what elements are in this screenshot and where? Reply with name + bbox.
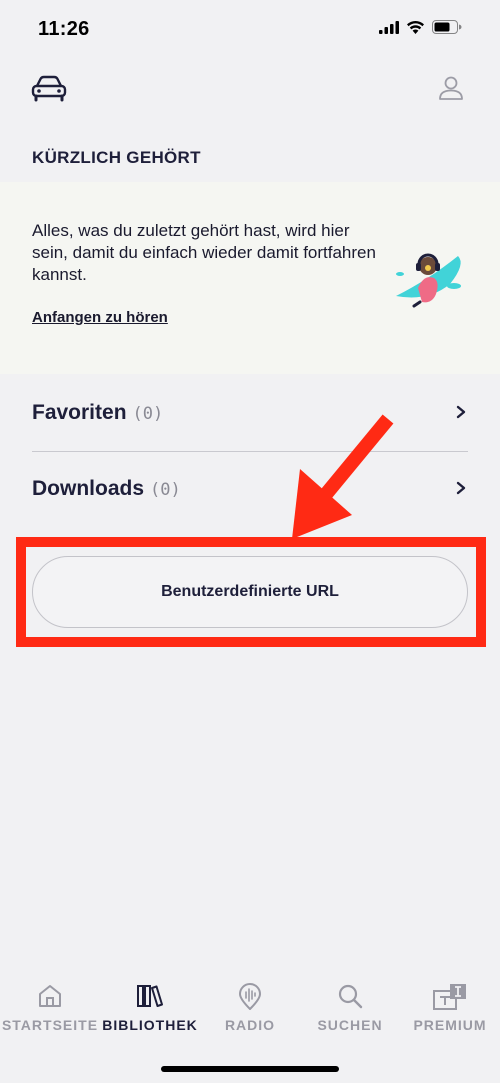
library-icon	[137, 985, 163, 1007]
battery-icon	[432, 20, 462, 34]
car-icon[interactable]	[30, 74, 68, 102]
radio-icon	[239, 983, 261, 1010]
listener-illustration	[396, 253, 461, 308]
recently-heard-card: Alles, was du zuletzt gehört hast, wird …	[0, 182, 500, 374]
home-icon	[39, 985, 61, 1007]
tab-premium[interactable]: PREMIUM	[400, 975, 500, 1045]
favorites-count: (0)	[132, 404, 164, 424]
search-icon	[338, 984, 363, 1009]
chevron-right-icon	[456, 481, 466, 495]
tab-suchen[interactable]: SUCHEN	[300, 975, 400, 1045]
annotation-arrow	[292, 414, 394, 539]
recently-heard-title: KÜRZLICH GEHÖRT	[32, 148, 201, 167]
premium-icon	[433, 984, 466, 1010]
status-icons	[379, 20, 462, 34]
recently-heard-description: Alles, was du zuletzt gehört hast, wird …	[32, 221, 376, 284]
wifi-icon	[407, 20, 424, 34]
home-indicator	[161, 1066, 339, 1072]
status-bar: 11:26	[0, 0, 500, 60]
tab-bibliothek[interactable]: BIBLIOTHEK	[100, 975, 200, 1045]
bottom-tab-bar: STARTSEITE BIBLIOTHEK RADIO SUCHEN PREMI…	[0, 975, 500, 1045]
status-time: 11:26	[38, 18, 90, 40]
tab-radio[interactable]: RADIO	[200, 975, 300, 1045]
tab-label: PREMIUM	[413, 1017, 487, 1033]
downloads-count: (0)	[150, 480, 181, 500]
cellular-signal-icon	[379, 20, 399, 34]
tab-startseite[interactable]: STARTSEITE	[0, 975, 100, 1045]
chevron-right-icon	[456, 405, 466, 419]
start-listening-link[interactable]: Anfangen zu hören	[32, 309, 168, 326]
favorites-label: Favoriten	[32, 401, 127, 424]
profile-icon[interactable]	[437, 74, 465, 102]
custom-url-button[interactable]: Benutzerdefinierte URL	[32, 556, 468, 628]
downloads-label: Downloads	[32, 477, 145, 500]
